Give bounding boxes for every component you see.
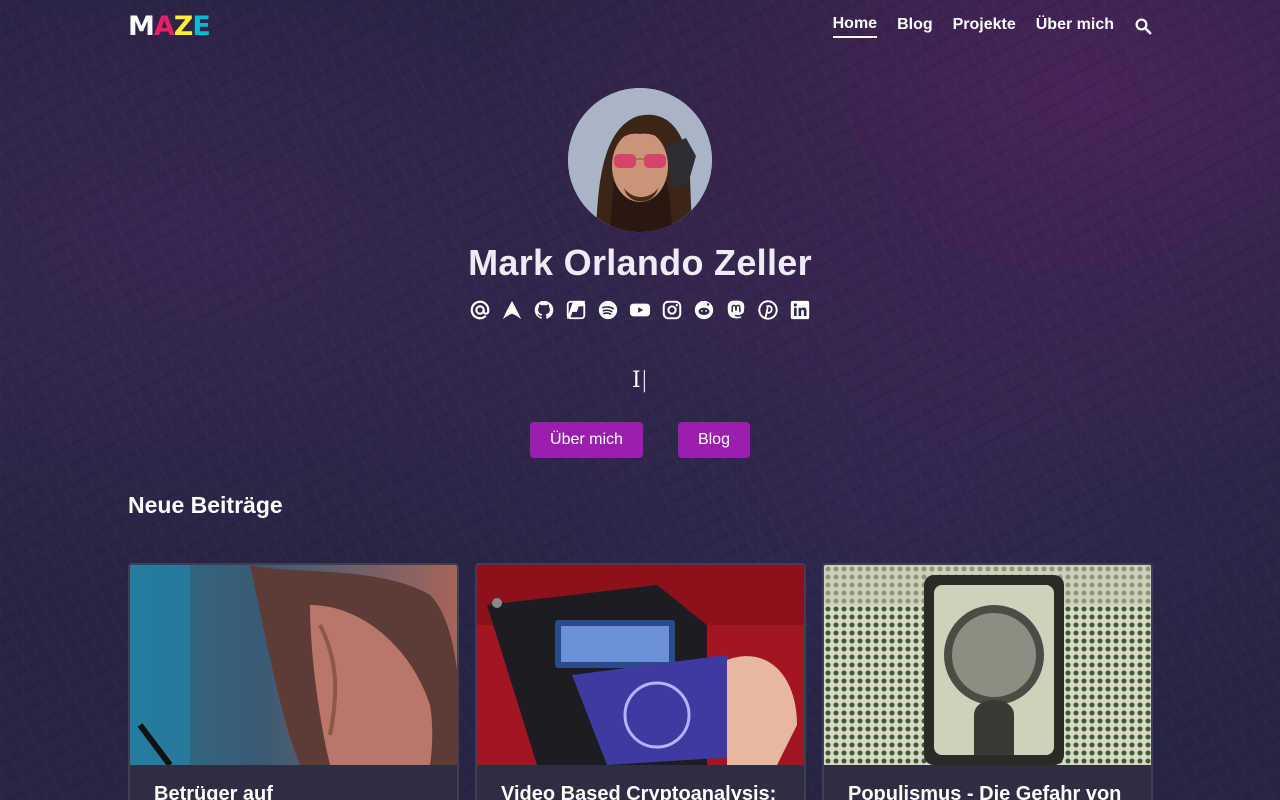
search-icon[interactable] <box>1134 17 1152 35</box>
spotify-icon[interactable] <box>596 298 620 322</box>
nav-ueber-mich[interactable]: Über mich <box>1036 16 1114 37</box>
logo-letter-a: A <box>153 10 175 42</box>
about-me-button[interactable]: Über mich <box>530 422 643 458</box>
typing-cursor: | <box>640 368 649 393</box>
hero-buttons: Über mich Blog <box>530 422 750 458</box>
post-title: Populismus - Die Gefahr von <box>848 783 1122 800</box>
post-title: Betrüger auf <box>154 783 273 800</box>
typing-text-content: I <box>631 368 641 393</box>
section-title-new-posts: Neue Beiträge <box>128 492 283 518</box>
linkedin-icon[interactable] <box>788 298 812 322</box>
post-cards: Betrüger auf Video Based Cryptoanalysis: <box>128 563 1153 800</box>
github-icon[interactable] <box>532 298 556 322</box>
blog-button[interactable]: Blog <box>677 422 750 458</box>
nav-home[interactable]: Home <box>832 15 878 38</box>
nav-projekte[interactable]: Projekte <box>953 16 1016 37</box>
pinterest-icon[interactable] <box>756 298 780 322</box>
nav-blog[interactable]: Blog <box>897 16 933 37</box>
youtube-icon[interactable] <box>628 298 652 322</box>
post-image <box>130 565 457 765</box>
logo-letter-e: E <box>192 10 210 42</box>
arch-icon[interactable] <box>500 298 524 322</box>
site-logo[interactable]: M A Z E <box>128 10 211 42</box>
post-title: Video Based Cryptoanalysis: <box>501 783 777 800</box>
typing-text: I| <box>632 368 648 396</box>
site-header: M A Z E Home Blog Projekte Über mich <box>128 0 1152 52</box>
main-nav: Home Blog Projekte Über mich <box>832 15 1152 38</box>
post-card[interactable]: Populismus - Die Gefahr von <box>822 563 1153 800</box>
email-icon[interactable] <box>468 298 492 322</box>
logo-letter-z: Z <box>173 10 194 42</box>
flipboard-icon[interactable] <box>564 298 588 322</box>
post-card[interactable]: Betrüger auf <box>128 563 459 800</box>
post-image <box>477 565 804 765</box>
reddit-icon[interactable] <box>692 298 716 322</box>
mastodon-icon[interactable] <box>724 298 748 322</box>
logo-letter-m: M <box>128 10 155 42</box>
post-image <box>824 565 1151 765</box>
profile-avatar <box>568 88 712 232</box>
avatar-portrait <box>568 88 712 232</box>
instagram-icon[interactable] <box>660 298 684 322</box>
social-links <box>468 298 812 322</box>
post-card[interactable]: Video Based Cryptoanalysis: <box>475 563 806 800</box>
hero-name: Mark Orlando Zeller <box>468 242 812 283</box>
hero-section: Mark Orlando Zeller I| Über mich Blog <box>0 88 1280 458</box>
